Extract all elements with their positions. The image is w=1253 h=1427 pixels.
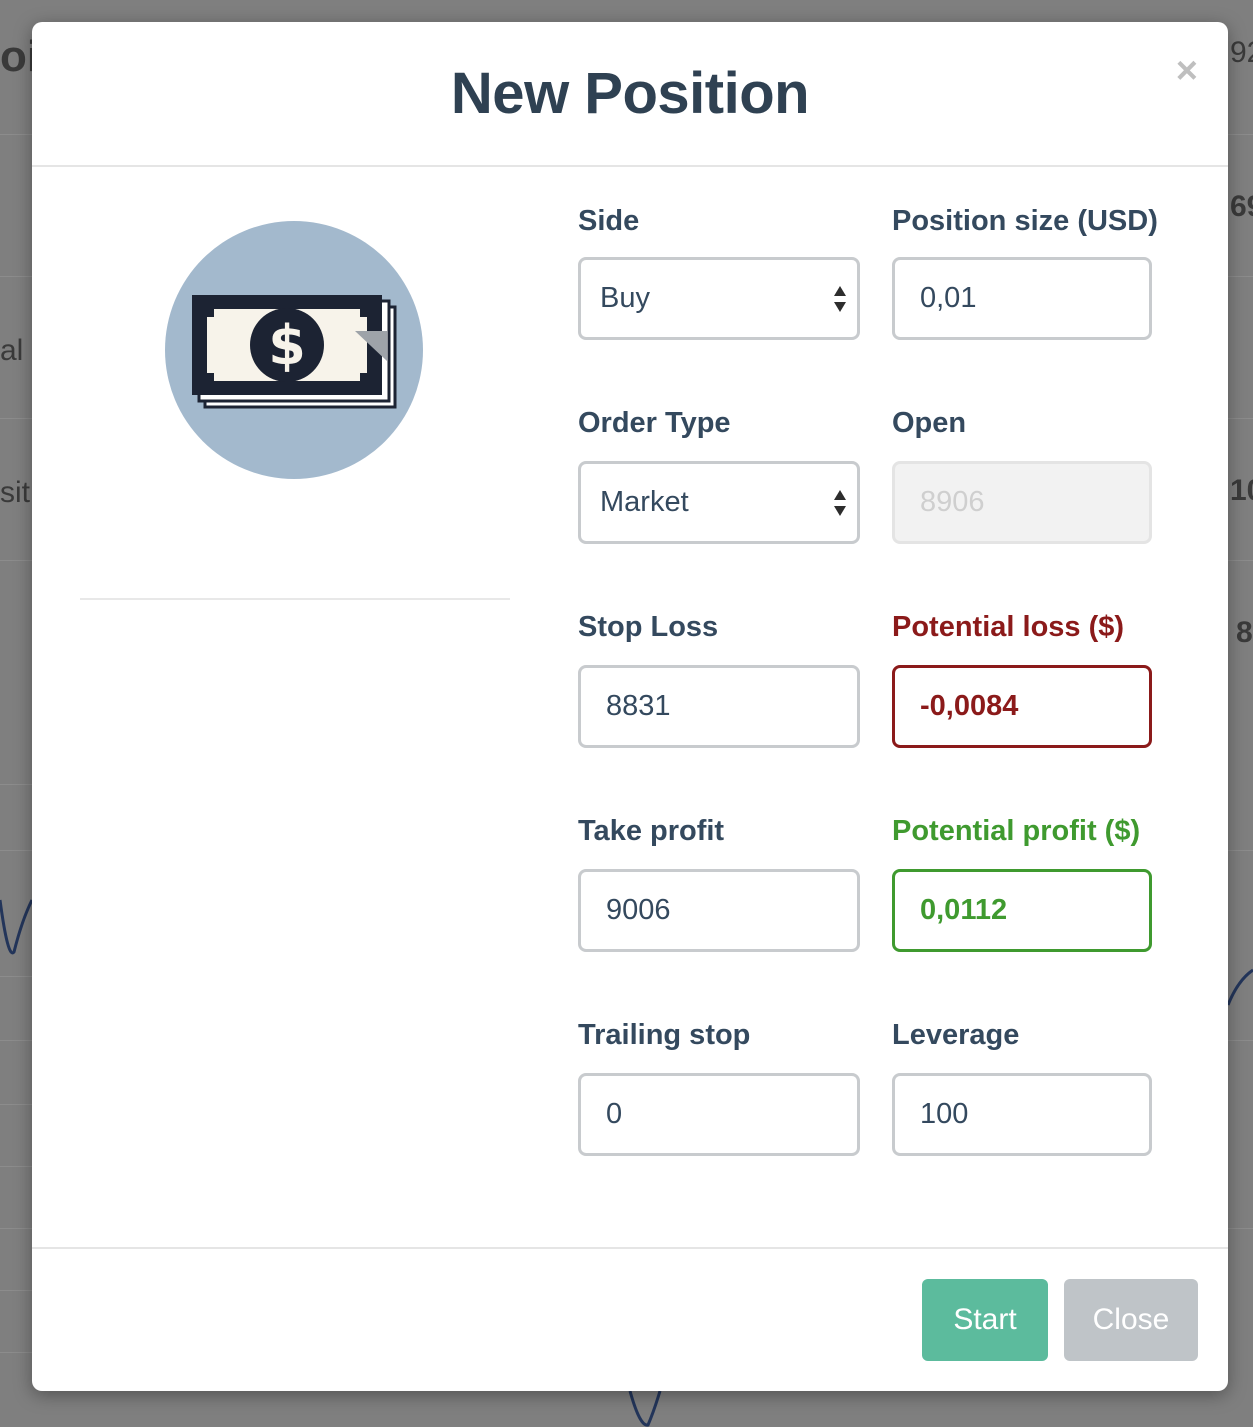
bg-text-fragment: al — [0, 334, 24, 367]
bg-divider — [0, 784, 32, 785]
bg-text-fragment: 10 — [1230, 474, 1253, 507]
side-select-value: Buy — [600, 282, 650, 314]
bg-divider — [0, 134, 32, 135]
order-type-select[interactable]: Market — [578, 461, 860, 544]
bg-divider — [0, 1104, 32, 1105]
position-size-label: Position size (USD) — [892, 205, 1158, 237]
bg-divider — [0, 1352, 32, 1353]
updown-arrows-icon — [834, 285, 846, 312]
bg-chart-line — [628, 1391, 662, 1427]
bg-divider — [0, 1040, 32, 1041]
order-type-select-value: Market — [600, 486, 689, 518]
leverage-input[interactable]: 100 — [892, 1073, 1152, 1156]
bg-divider — [1228, 1228, 1253, 1229]
side-label: Side — [578, 205, 640, 237]
bg-text-fragment: 92 — [1230, 36, 1253, 69]
new-position-modal: New Position × $ Side Buy Position size … — [32, 22, 1228, 1391]
bg-divider — [1228, 560, 1253, 561]
bg-text-fragment: 69 — [1230, 190, 1253, 223]
bg-divider — [1228, 418, 1253, 419]
modal-footer-divider — [32, 1247, 1228, 1249]
bg-divider — [0, 560, 32, 561]
close-icon[interactable]: × — [1176, 52, 1198, 90]
open-placeholder: 8906 — [920, 486, 985, 518]
bg-divider — [0, 1228, 32, 1229]
bg-divider — [0, 418, 32, 419]
potential-profit-input[interactable]: 0,0112 — [892, 869, 1152, 952]
potential-profit-value: 0,0112 — [920, 894, 1008, 926]
bg-divider — [0, 976, 32, 977]
left-divider — [80, 598, 510, 600]
updown-arrows-icon — [834, 489, 846, 516]
bg-divider — [1228, 276, 1253, 277]
bg-chart-line — [0, 899, 32, 955]
money-bill-icon: $ — [165, 221, 423, 479]
bg-divider — [0, 1166, 32, 1167]
position-size-input[interactable]: 0,01 — [892, 257, 1152, 340]
trailing-stop-value: 0 — [606, 1098, 623, 1130]
stop-loss-value: 8831 — [606, 690, 671, 722]
money-bill-graphic: $ — [192, 295, 397, 409]
potential-loss-input[interactable]: -0,0084 — [892, 665, 1152, 748]
position-size-value: 0,01 — [920, 282, 977, 314]
order-type-label: Order Type — [578, 407, 731, 439]
modal-header: New Position × — [32, 22, 1228, 167]
bg-divider — [0, 1290, 32, 1291]
take-profit-input[interactable]: 9006 — [578, 869, 860, 952]
bg-divider — [1228, 134, 1253, 135]
modal-title: New Position — [450, 61, 810, 126]
potential-loss-label: Potential loss ($) — [892, 611, 1125, 643]
potential-loss-value: -0,0084 — [920, 690, 1019, 722]
take-profit-value: 9006 — [606, 894, 671, 926]
side-select[interactable]: Buy — [578, 257, 860, 340]
svg-text:$: $ — [268, 314, 306, 377]
bg-divider — [1228, 1040, 1253, 1041]
bg-divider — [0, 276, 32, 277]
start-button[interactable]: Start — [922, 1279, 1048, 1361]
open-label: Open — [892, 407, 967, 439]
close-button[interactable]: Close — [1064, 1279, 1198, 1361]
leverage-value: 100 — [920, 1098, 969, 1130]
take-profit-label: Take profit — [578, 815, 725, 847]
open-input: 8906 — [892, 461, 1152, 544]
stop-loss-input[interactable]: 8831 — [578, 665, 860, 748]
bg-chart-line — [1228, 968, 1253, 1006]
leverage-label: Leverage — [892, 1019, 1020, 1051]
trailing-stop-label: Trailing stop — [578, 1019, 751, 1051]
bg-text-fragment: 8 — [1236, 616, 1253, 649]
trailing-stop-input[interactable]: 0 — [578, 1073, 860, 1156]
bg-divider — [1228, 850, 1253, 851]
potential-profit-label: Potential profit ($) — [892, 815, 1141, 847]
bg-divider — [0, 850, 32, 851]
stop-loss-label: Stop Loss — [578, 611, 719, 643]
